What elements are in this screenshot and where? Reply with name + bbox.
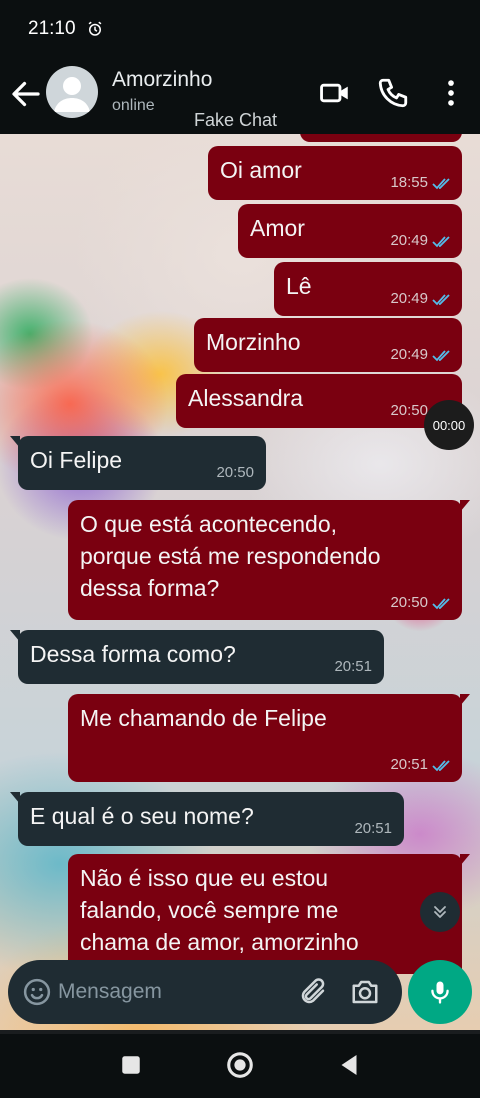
scroll-down-button[interactable] — [420, 892, 460, 932]
bubble-tail — [10, 630, 20, 642]
message-bubble-out[interactable]: Morzinho 20:49 — [194, 318, 462, 372]
voice-message-button[interactable] — [408, 960, 472, 1024]
message-text: Alessandra — [188, 385, 304, 411]
message-bubble-out[interactable]: O que está acontecendo, porque está me r… — [68, 500, 470, 620]
message-time: 18:55 — [390, 174, 428, 191]
message-bubble-in[interactable]: Dessa forma como? 20:51 — [10, 630, 384, 684]
camera-icon[interactable] — [350, 977, 380, 1007]
double-check-read-icon — [432, 236, 450, 248]
double-check-read-icon — [432, 760, 450, 772]
message-text: Não é isso que eu estou falando, você se… — [80, 865, 359, 955]
message-bubble-out[interactable]: Alessandra 20:50 — [176, 374, 462, 428]
contact-name[interactable]: Amorzinho — [112, 68, 212, 92]
message-input[interactable] — [58, 960, 288, 1024]
avatar-icon — [54, 77, 90, 112]
system-nav-bar — [0, 1034, 480, 1098]
bubble-tail — [10, 792, 20, 804]
message-bubble-out[interactable]: Oi amor 18:55 — [208, 146, 462, 200]
phone-icon[interactable] — [376, 76, 410, 110]
message-text: Dessa forma como? — [30, 641, 236, 667]
message-time: 20:49 — [390, 290, 428, 307]
message-time: 20:51 — [334, 658, 372, 675]
bubble-tail — [10, 436, 20, 448]
message-time: 20:49 — [390, 346, 428, 363]
home-circle-icon[interactable] — [225, 1050, 255, 1080]
bubble-tail — [460, 694, 470, 706]
chat-header: Amorzinho online Fake Chat — [0, 58, 480, 134]
message-bubble-partial — [300, 134, 462, 142]
message-time: 20:51 — [390, 756, 428, 773]
status-bar: 21:10 — [0, 0, 480, 58]
message-text: Lê — [286, 273, 312, 299]
more-vertical-icon[interactable] — [434, 76, 468, 110]
back-arrow-icon[interactable] — [8, 76, 44, 112]
recents-square-icon[interactable] — [116, 1050, 146, 1080]
mic-icon — [431, 981, 449, 1004]
message-composer — [8, 960, 402, 1024]
double-check-read-icon — [432, 598, 450, 610]
back-triangle-icon[interactable] — [334, 1050, 364, 1080]
attach-icon[interactable] — [298, 977, 328, 1007]
message-text: Amor — [250, 215, 305, 241]
message-bubble-out[interactable]: Lê 20:49 — [274, 262, 462, 316]
status-time: 21:10 — [28, 18, 76, 39]
message-text: E qual é o seu nome? — [30, 803, 254, 829]
message-text: Morzinho — [206, 329, 301, 355]
message-time: 20:50 — [390, 402, 428, 419]
message-bubble-in[interactable]: Oi Felipe 20:50 — [10, 436, 266, 490]
double-chevron-down-icon — [434, 906, 446, 918]
message-time: 20:50 — [390, 594, 428, 611]
double-check-read-icon — [432, 178, 450, 190]
bubble-tail — [460, 854, 470, 866]
emoji-icon[interactable] — [22, 977, 52, 1007]
double-check-read-icon — [432, 350, 450, 362]
message-bubble-out[interactable]: Amor 20:49 — [238, 204, 462, 258]
message-time: 20:51 — [354, 820, 392, 837]
message-bubble-out[interactable]: Não é isso que eu estou falando, você se… — [68, 854, 470, 974]
watermark: Fake Chat — [194, 110, 278, 130]
message-text: Me chamando de Felipe — [80, 705, 327, 731]
avatar[interactable] — [46, 66, 98, 118]
message-bubble-in[interactable]: E qual é o seu nome? 20:51 — [10, 792, 404, 846]
message-time: 20:50 — [216, 464, 254, 481]
chat-area[interactable]: Oi amor 18:55 Amor 20:49 Lê 20:49 Morzin… — [0, 134, 480, 1030]
message-bubble-out[interactable]: Me chamando de Felipe 20:51 — [68, 694, 470, 782]
video-call-icon[interactable] — [318, 76, 352, 110]
contact-status: online — [112, 97, 155, 114]
double-check-read-icon — [432, 294, 450, 306]
message-text: Oi Felipe — [30, 447, 123, 473]
bubble-tail — [460, 500, 470, 512]
message-text: Oi amor — [220, 157, 302, 183]
alarm-clock-icon — [88, 21, 101, 36]
message-time: 20:49 — [390, 232, 428, 249]
audio-timer-chip[interactable]: 00:00 — [424, 400, 474, 450]
message-text: O que está acontecendo, porque está me r… — [80, 511, 381, 601]
